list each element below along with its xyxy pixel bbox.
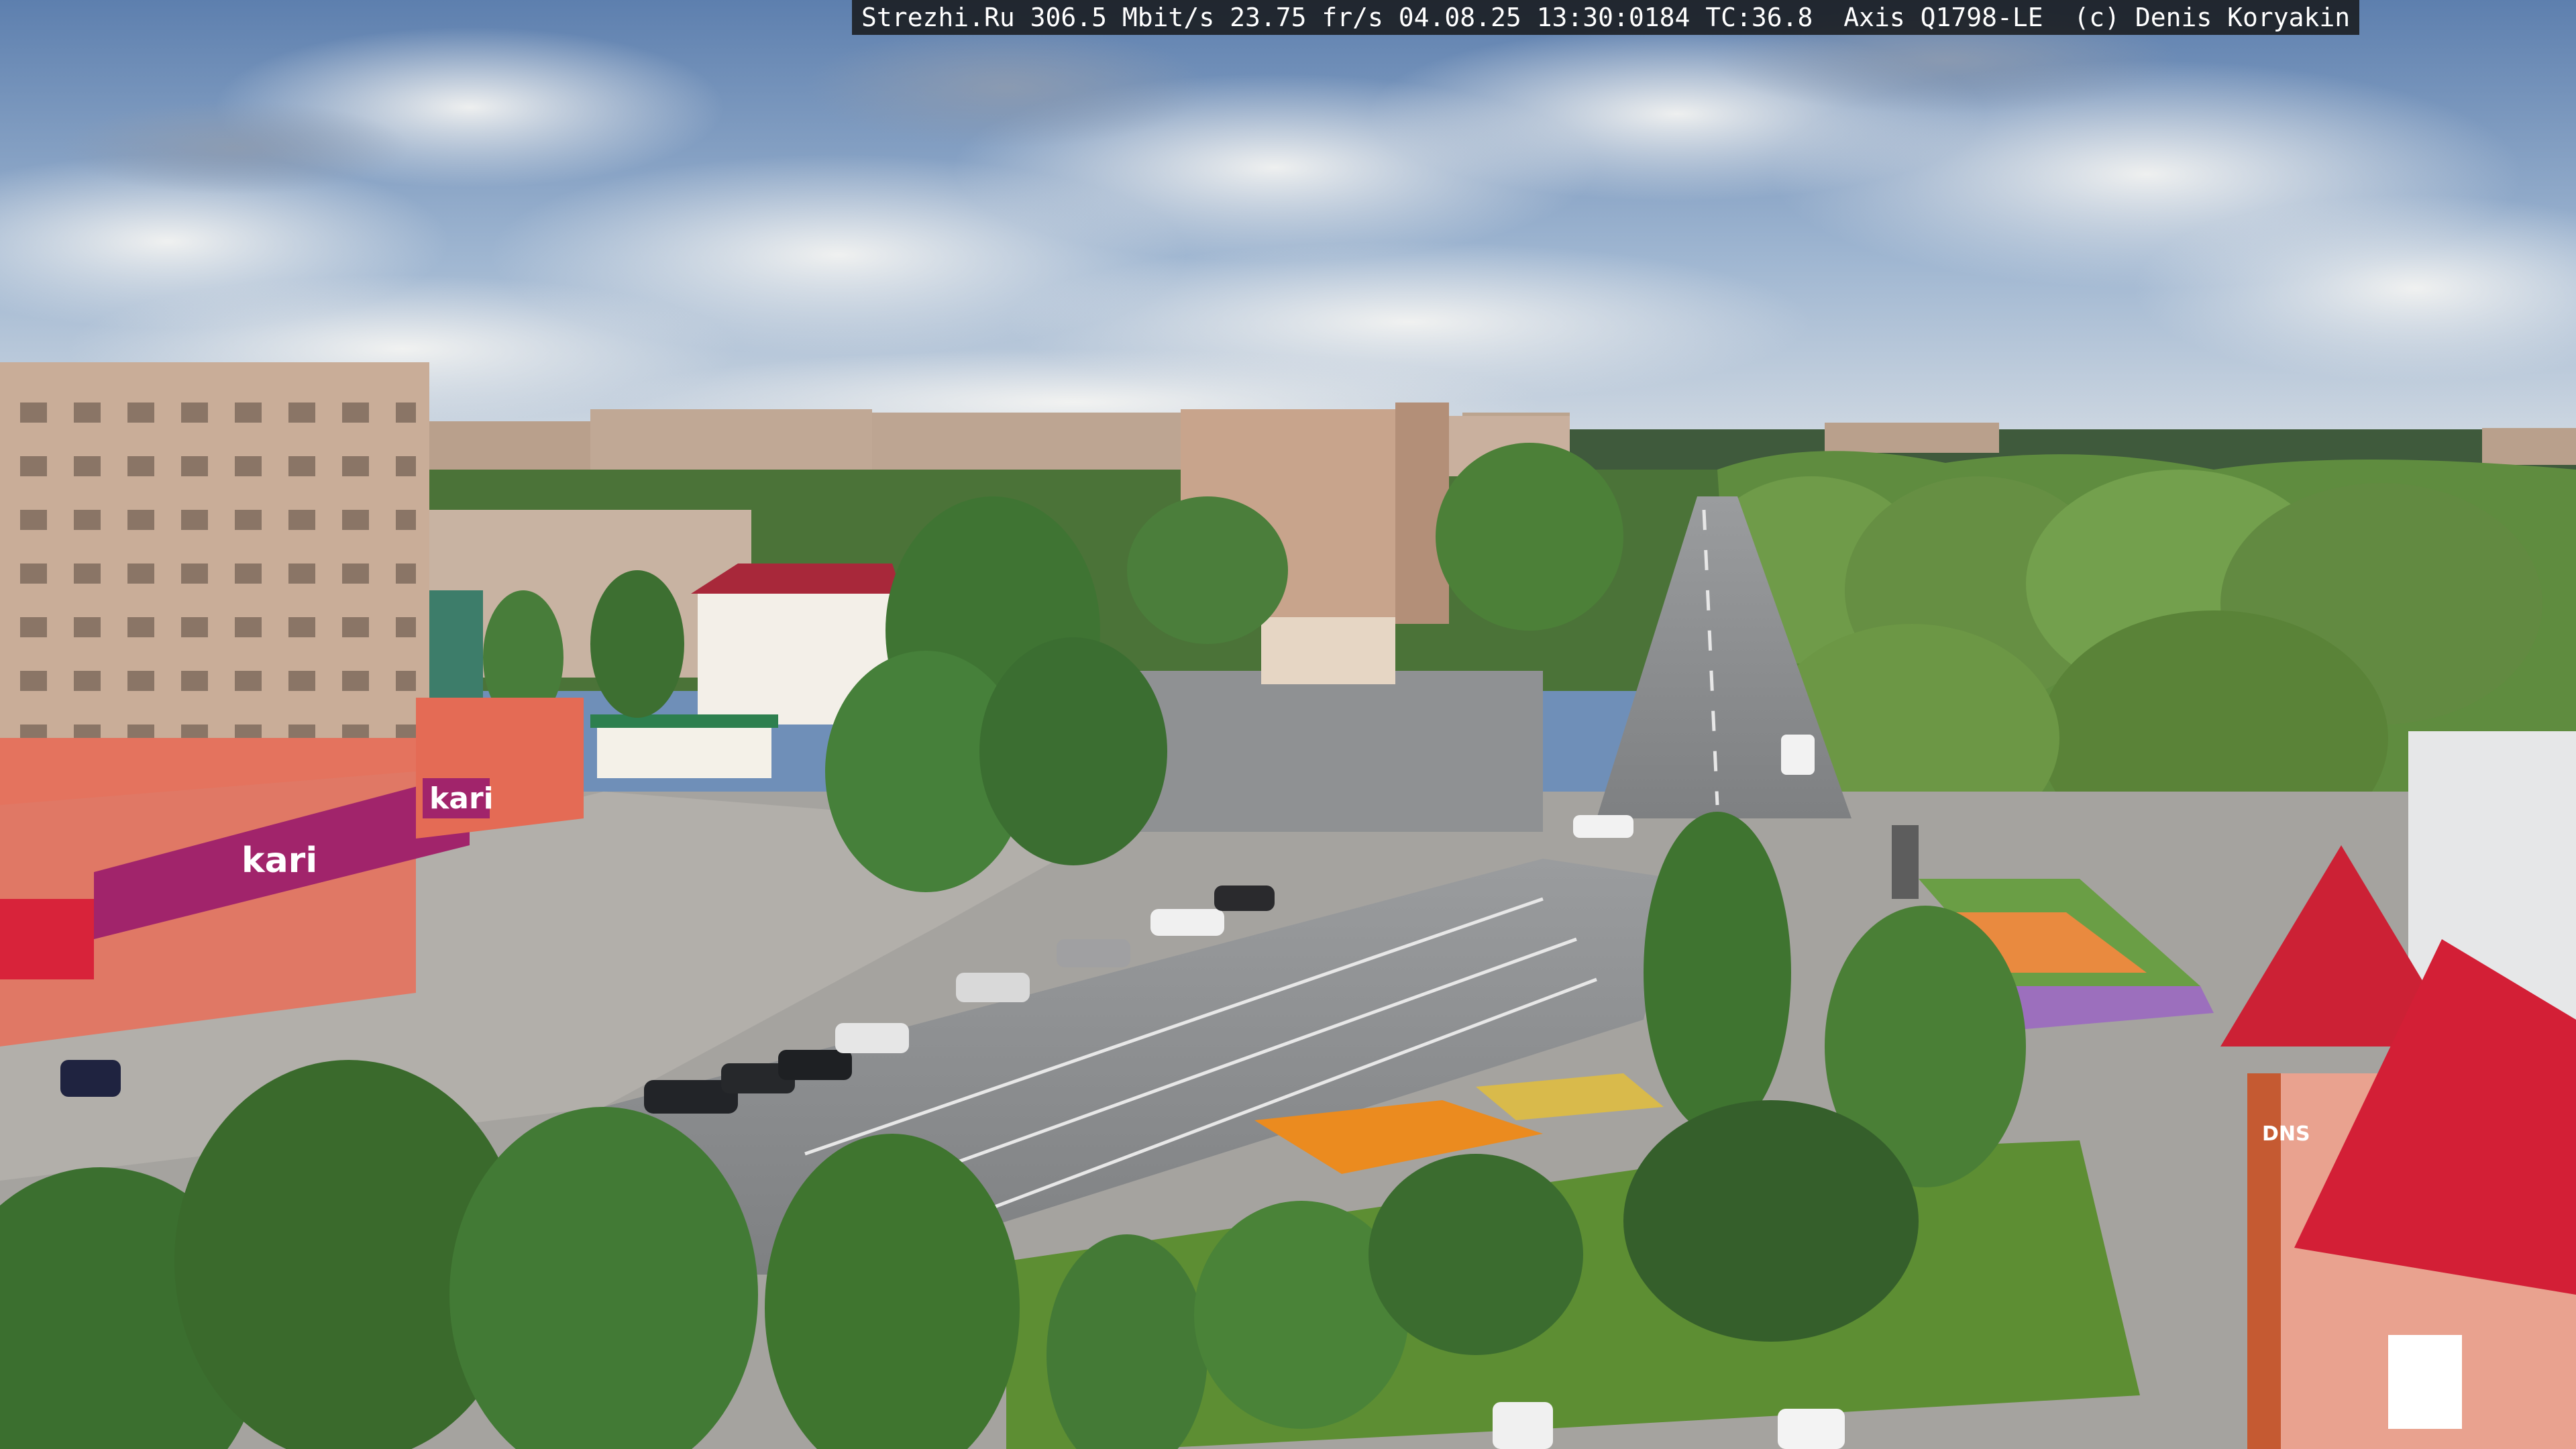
left-apartment (0, 362, 429, 778)
copyright-text: (c) Denis Koryakin (2058, 3, 2351, 32)
city-scene: kari kari DNS (0, 0, 2576, 1449)
kari-sign-small: kari (429, 782, 494, 816)
kari-sign-main: kari (241, 841, 317, 881)
dns-sign: DNS (2262, 1122, 2310, 1146)
webcam-frame: kari kari DNS Strezhi.Ru 306.5 Mbit/s 23… (0, 0, 2576, 1449)
camera-info-overlay: Strezhi.Ru 306.5 Mbit/s 23.75 fr/s 04.08… (852, 0, 2360, 35)
camera-info-text: Strezhi.Ru 306.5 Mbit/s 23.75 fr/s 04.08… (861, 3, 2059, 32)
